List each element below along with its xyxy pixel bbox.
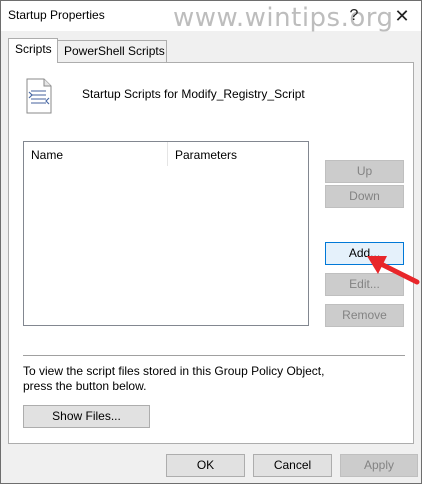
- divider: [23, 355, 405, 356]
- column-header-parameters[interactable]: Parameters: [168, 142, 308, 166]
- scripts-heading: Startup Scripts for Modify_Registry_Scri…: [82, 87, 305, 101]
- window-title: Startup Properties: [8, 8, 105, 22]
- tab-powershell-scripts[interactable]: PowerShell Scripts: [57, 40, 167, 62]
- scripts-list[interactable]: Name Parameters: [23, 141, 309, 326]
- column-header-name[interactable]: Name: [24, 142, 168, 166]
- up-button[interactable]: Up: [325, 160, 404, 183]
- cancel-button[interactable]: Cancel: [253, 454, 332, 477]
- annotation-arrow-icon: [367, 256, 420, 285]
- ok-button[interactable]: OK: [166, 454, 245, 477]
- close-button[interactable]: ✕: [391, 5, 413, 27]
- title-bar: Startup Properties www.wintips.org ? ✕: [1, 1, 421, 33]
- script-document-icon: [26, 78, 52, 114]
- startup-properties-dialog: Startup Properties www.wintips.org ? ✕ S…: [0, 0, 422, 484]
- tab-scripts[interactable]: Scripts: [8, 38, 58, 63]
- show-files-button[interactable]: Show Files...: [23, 405, 150, 428]
- down-button[interactable]: Down: [325, 185, 404, 208]
- scripts-tab-panel: Startup Scripts for Modify_Registry_Scri…: [8, 62, 414, 444]
- remove-button[interactable]: Remove: [325, 304, 404, 327]
- help-button[interactable]: ?: [343, 5, 365, 27]
- apply-button[interactable]: Apply: [340, 454, 418, 477]
- show-files-info-text: To view the script files stored in this …: [23, 364, 325, 393]
